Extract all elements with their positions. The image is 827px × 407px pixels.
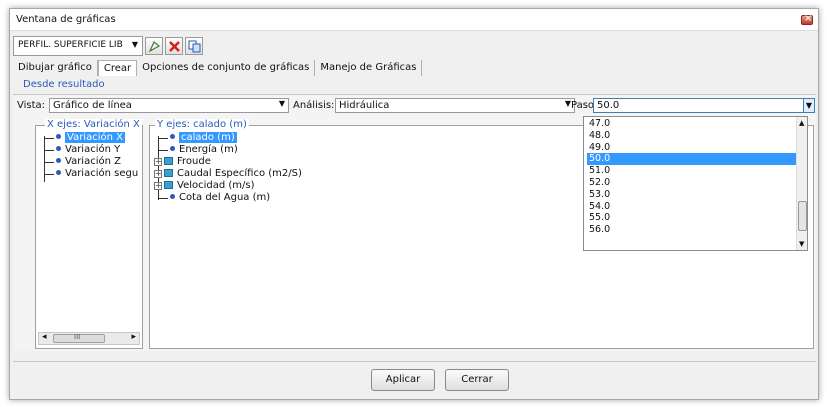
scroll-up-icon[interactable]: ▲	[799, 119, 804, 127]
delete-chart-button[interactable]	[165, 37, 183, 55]
copy-icon	[188, 40, 201, 53]
analisis-select-value: Hidráulica	[339, 100, 390, 111]
dropdown-scrollbar[interactable]: ▲ ▼	[796, 117, 807, 250]
x-axis-title: X ejes: Variación X	[45, 119, 142, 130]
bullet-icon	[56, 158, 61, 163]
folder-icon	[164, 157, 173, 165]
paso-option[interactable]: 53.0	[587, 189, 799, 201]
profile-select-value: PERFIL. SUPERFICIE LIB	[18, 40, 123, 50]
tab-manejo-graficas[interactable]: Manejo de Gráficas	[315, 60, 423, 76]
toolbar: PERFIL. SUPERFICIE LIB ▼	[13, 35, 203, 57]
tree-line	[158, 150, 168, 151]
tab-strip: Dibujar gráfico Crear Opciones de conjun…	[13, 60, 423, 76]
x-axis-item[interactable]: Variación Z	[56, 156, 121, 167]
tab-crear[interactable]: Crear	[97, 60, 138, 76]
x-axis-item[interactable]: Variación segu	[56, 168, 140, 179]
expand-icon[interactable]: +	[154, 170, 162, 178]
close-button[interactable]: Cerrar	[445, 369, 509, 391]
folder-icon	[164, 181, 173, 189]
analisis-label: Análisis:	[293, 100, 335, 111]
paso-select-value: 50.0	[597, 100, 620, 111]
bullet-icon	[170, 194, 175, 199]
button-bar: Aplicar Cerrar	[13, 361, 816, 397]
tree-line	[44, 138, 54, 139]
chevron-down-icon: ▼	[278, 99, 285, 108]
tree-line	[44, 162, 54, 163]
paso-select[interactable]: 50.0 ▼	[593, 98, 815, 113]
bullet-icon	[56, 170, 61, 175]
vista-label: Vista:	[17, 100, 46, 111]
x-axis-tree[interactable]: Variación X Variación Y Variación Z Vari…	[35, 125, 143, 349]
bullet-icon	[170, 146, 175, 151]
paso-option[interactable]: 47.0	[587, 118, 799, 130]
y-axis-item[interactable]: Cota del Agua (m)	[170, 192, 270, 203]
y-axis-group[interactable]: Caudal Específico (m2/S)	[164, 168, 302, 179]
paso-option[interactable]: 48.0	[587, 130, 799, 142]
scrollbar-thumb[interactable]: III	[53, 333, 105, 343]
analisis-select[interactable]: Hidráulica ▼	[335, 98, 575, 113]
close-window-button[interactable]	[801, 13, 813, 25]
x-axis-item[interactable]: Variación Y	[56, 144, 120, 155]
tree-line	[44, 174, 54, 175]
scroll-grip-icon: III	[74, 333, 81, 341]
expand-icon[interactable]: +	[154, 158, 162, 166]
paso-option[interactable]: 55.0	[587, 212, 799, 224]
tab-dibujar-grafico[interactable]: Dibujar gráfico	[13, 60, 98, 76]
bullet-icon	[170, 134, 175, 139]
folder-icon	[164, 169, 173, 177]
tree-line	[158, 136, 159, 200]
delete-icon	[169, 41, 180, 52]
scroll-down-icon[interactable]: ▼	[799, 240, 804, 248]
from-result-link[interactable]: Desde resultado	[23, 79, 105, 90]
y-axis-group[interactable]: Velocidad (m/s)	[164, 180, 255, 191]
horizontal-scrollbar[interactable]: ◂ III ▸	[38, 332, 140, 345]
expand-icon[interactable]: +	[154, 182, 162, 190]
profile-select[interactable]: PERFIL. SUPERFICIE LIB ▼	[13, 36, 143, 56]
tree-line	[158, 138, 168, 139]
paso-option[interactable]: 56.0	[587, 224, 799, 236]
scrollbar-thumb[interactable]	[798, 201, 807, 231]
chevron-down-icon[interactable]: ▼	[803, 99, 814, 112]
tree-line	[44, 136, 45, 182]
apply-button[interactable]: Aplicar	[371, 369, 435, 391]
y-axis-item[interactable]: calado (m)	[170, 132, 237, 143]
tab-opciones-conjunto[interactable]: Opciones de conjunto de gráficas	[137, 60, 316, 76]
paso-option-selected[interactable]: 50.0	[587, 153, 799, 166]
bullet-icon	[56, 146, 61, 151]
paso-dropdown-list[interactable]: 47.0 48.0 49.0 50.0 51.0 52.0 53.0 54.0 …	[583, 116, 808, 251]
copy-chart-button[interactable]	[185, 37, 203, 55]
paso-option[interactable]: 52.0	[587, 177, 799, 189]
tree-line	[158, 198, 168, 199]
chevron-down-icon: ▼	[131, 40, 138, 49]
new-chart-icon	[148, 41, 161, 53]
y-axis-title: Y ejes: calado (m)	[155, 119, 249, 130]
bullet-icon	[56, 134, 61, 139]
paso-option[interactable]: 49.0	[587, 142, 799, 154]
tree-line	[44, 150, 54, 151]
y-axis-item[interactable]: Energía (m)	[170, 144, 238, 155]
y-axis-group[interactable]: Froude	[164, 156, 211, 167]
vista-select-value: Gráfico de línea	[53, 100, 132, 111]
x-axis-item[interactable]: Variación X	[56, 132, 125, 143]
new-chart-button[interactable]	[145, 37, 163, 55]
scroll-left-icon[interactable]: ◂	[42, 332, 47, 342]
title-bar: Ventana de gráficas	[10, 9, 818, 31]
window-title: Ventana de gráficas	[16, 14, 116, 25]
paso-option[interactable]: 51.0	[587, 165, 799, 177]
paso-option[interactable]: 54.0	[587, 201, 799, 213]
vista-select[interactable]: Gráfico de línea ▼	[49, 98, 289, 113]
scroll-right-icon[interactable]: ▸	[131, 332, 136, 342]
